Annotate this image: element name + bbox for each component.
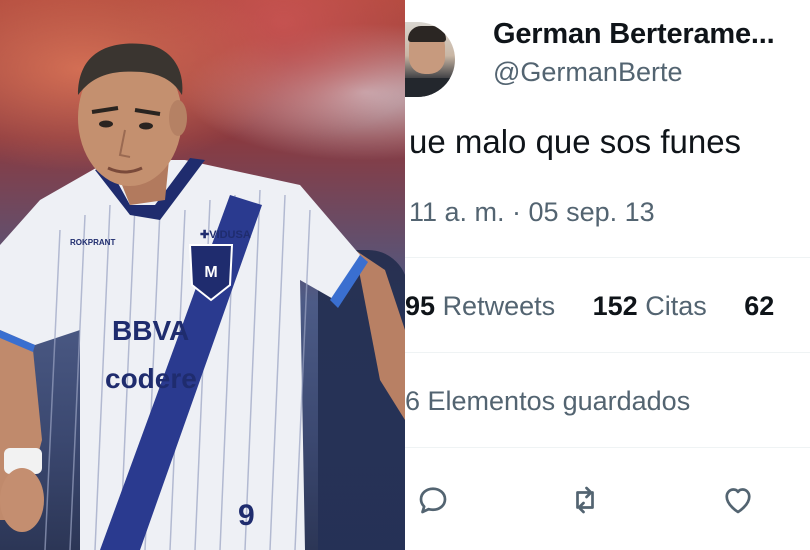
tweet-text: ue malo que sos funes — [409, 123, 742, 160]
player-figure: M ✚VIDUSA ROKPRANT BBVA codere 9 — [0, 43, 405, 550]
avatar[interactable] — [405, 22, 455, 97]
svg-text:BBVA: BBVA — [112, 315, 189, 346]
user-handle[interactable]: @GermanBerte — [493, 57, 682, 88]
retweet-icon — [576, 486, 594, 514]
svg-text:ROKPRANT: ROKPRANT — [70, 238, 115, 247]
tweet-timestamp[interactable]: 11 a. m. · 05 sep. 13 — [409, 197, 655, 228]
quotes-count: 152 — [592, 291, 638, 321]
action-bar — [405, 478, 810, 522]
divider — [405, 257, 810, 258]
svg-text:M: M — [204, 264, 217, 281]
svg-text:codere: codere — [105, 363, 197, 394]
quotes-stat[interactable]: 152 Citas — [593, 291, 707, 321]
quotes-label: Citas — [645, 291, 707, 321]
bookmarks-label: 6 Elementos guardados — [405, 386, 691, 416]
like-icon — [725, 488, 751, 514]
svg-text:9: 9 — [238, 499, 255, 532]
tweet-stats: 95 Retweets 152 Citas 62 — [405, 291, 774, 322]
divider — [405, 352, 810, 353]
reply-button[interactable] — [411, 478, 455, 522]
tweet-card: German Berterame... @GermanBerte ue malo… — [405, 0, 810, 550]
reply-icon — [419, 487, 447, 514]
likes-count: 62 — [744, 291, 775, 321]
retweets-count: 95 — [405, 291, 436, 321]
likes-stat[interactable]: 62 — [744, 291, 774, 321]
like-button[interactable] — [716, 478, 760, 522]
retweets-stat[interactable]: 95 Retweets — [405, 291, 555, 321]
svg-text:✚VIDUSA: ✚VIDUSA — [200, 229, 251, 241]
retweet-button[interactable] — [563, 478, 607, 522]
divider — [405, 447, 810, 448]
display-name[interactable]: German Berterame... — [493, 18, 775, 51]
player-photo: M ✚VIDUSA ROKPRANT BBVA codere 9 — [0, 0, 405, 550]
retweets-label: Retweets — [442, 291, 556, 321]
bookmarks-stat[interactable]: 6 Elementos guardados — [405, 386, 690, 417]
